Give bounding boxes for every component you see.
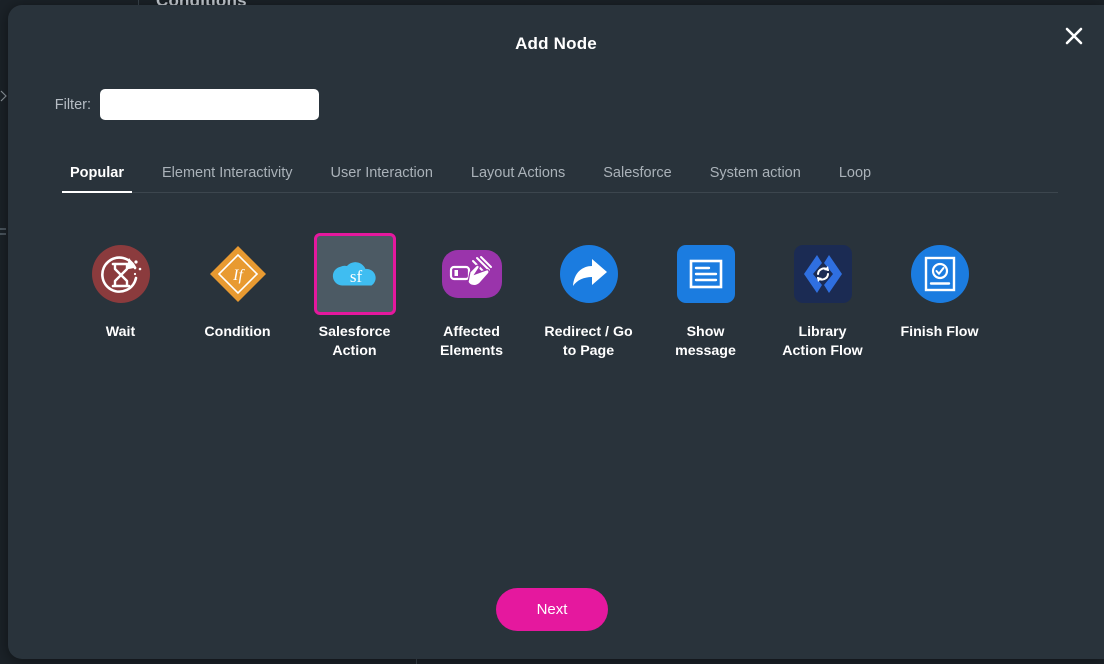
tab-loop[interactable]: Loop xyxy=(839,165,871,192)
background-tick-1 xyxy=(0,228,6,230)
tab-element-interactivity[interactable]: Element Interactivity xyxy=(162,165,293,192)
tab-salesforce[interactable]: Salesforce xyxy=(603,165,672,192)
node-option-label: Library Action Flow xyxy=(782,324,863,359)
filter-row: Filter: xyxy=(8,89,319,120)
salesforce-cloud-icon: sf xyxy=(313,233,396,315)
node-option-label: Redirect / Go to Page xyxy=(544,324,633,359)
code-refresh-icon xyxy=(793,245,852,303)
hand-pointer-icon xyxy=(431,233,513,315)
hourglass-refresh-icon xyxy=(91,245,150,303)
diamond-if-icon: If xyxy=(209,246,266,303)
node-option-label: Affected Elements xyxy=(439,324,504,359)
node-option-label: Condition xyxy=(204,324,271,340)
node-option-wait[interactable]: Wait xyxy=(62,233,179,342)
node-option-salesforce-action[interactable]: sf Salesforce Action xyxy=(296,233,413,361)
next-button[interactable]: Next xyxy=(496,588,608,631)
filter-label: Filter: xyxy=(54,96,91,113)
node-option-label: Show message xyxy=(675,324,736,359)
checkbox-card-icon xyxy=(899,233,981,315)
close-icon[interactable] xyxy=(1059,21,1089,51)
node-option-label: Wait xyxy=(105,324,136,340)
message-document-icon xyxy=(676,245,735,303)
chevron-glyph xyxy=(0,90,7,102)
add-node-dialog: Add Node Filter: Popular Element Interact… xyxy=(8,5,1104,659)
node-option-condition[interactable]: If Condition xyxy=(179,233,296,342)
message-document-icon xyxy=(665,233,747,315)
node-option-library-action-flow[interactable]: Library Action Flow xyxy=(764,233,881,361)
tab-system-action[interactable]: System action xyxy=(710,165,801,192)
background-tick-2 xyxy=(0,233,6,235)
share-arrow-icon xyxy=(548,233,630,315)
salesforce-cloud-icon: sf xyxy=(332,262,376,286)
node-option-finish-flow[interactable]: Finish Flow xyxy=(881,233,998,342)
dialog-title: Add Node xyxy=(515,34,597,53)
tab-layout-actions[interactable]: Layout Actions xyxy=(471,165,565,192)
diamond-if-icon: If xyxy=(197,233,279,315)
share-arrow-icon xyxy=(559,245,618,303)
category-tabs: Popular Element Interactivity User Interac… xyxy=(62,153,1058,193)
svg-text:sf: sf xyxy=(349,267,362,286)
checkbox-card-icon xyxy=(910,245,969,303)
node-option-label: Salesforce Action xyxy=(318,324,391,359)
background-chevron-icon xyxy=(0,90,8,104)
code-refresh-icon xyxy=(782,233,864,315)
hand-pointer-icon xyxy=(441,250,502,298)
close-glyph xyxy=(1065,27,1083,45)
node-option-affected-elements[interactable]: Affected Elements xyxy=(413,233,530,361)
tab-popular[interactable]: Popular xyxy=(62,165,132,193)
node-option-redirect-go-to-page[interactable]: Redirect / Go to Page xyxy=(530,233,647,361)
node-option-show-message[interactable]: Show message xyxy=(647,233,764,361)
node-grid: Wait If Condition sf Salesforce Action Affect… xyxy=(62,233,1062,361)
filter-input[interactable] xyxy=(100,89,319,120)
screen: Conditions Add Node Filter: PopularEleme… xyxy=(0,0,1104,664)
hourglass-refresh-icon xyxy=(80,233,162,315)
node-option-label: Finish Flow xyxy=(900,324,979,340)
tab-user-interaction[interactable]: User Interaction xyxy=(331,165,433,192)
